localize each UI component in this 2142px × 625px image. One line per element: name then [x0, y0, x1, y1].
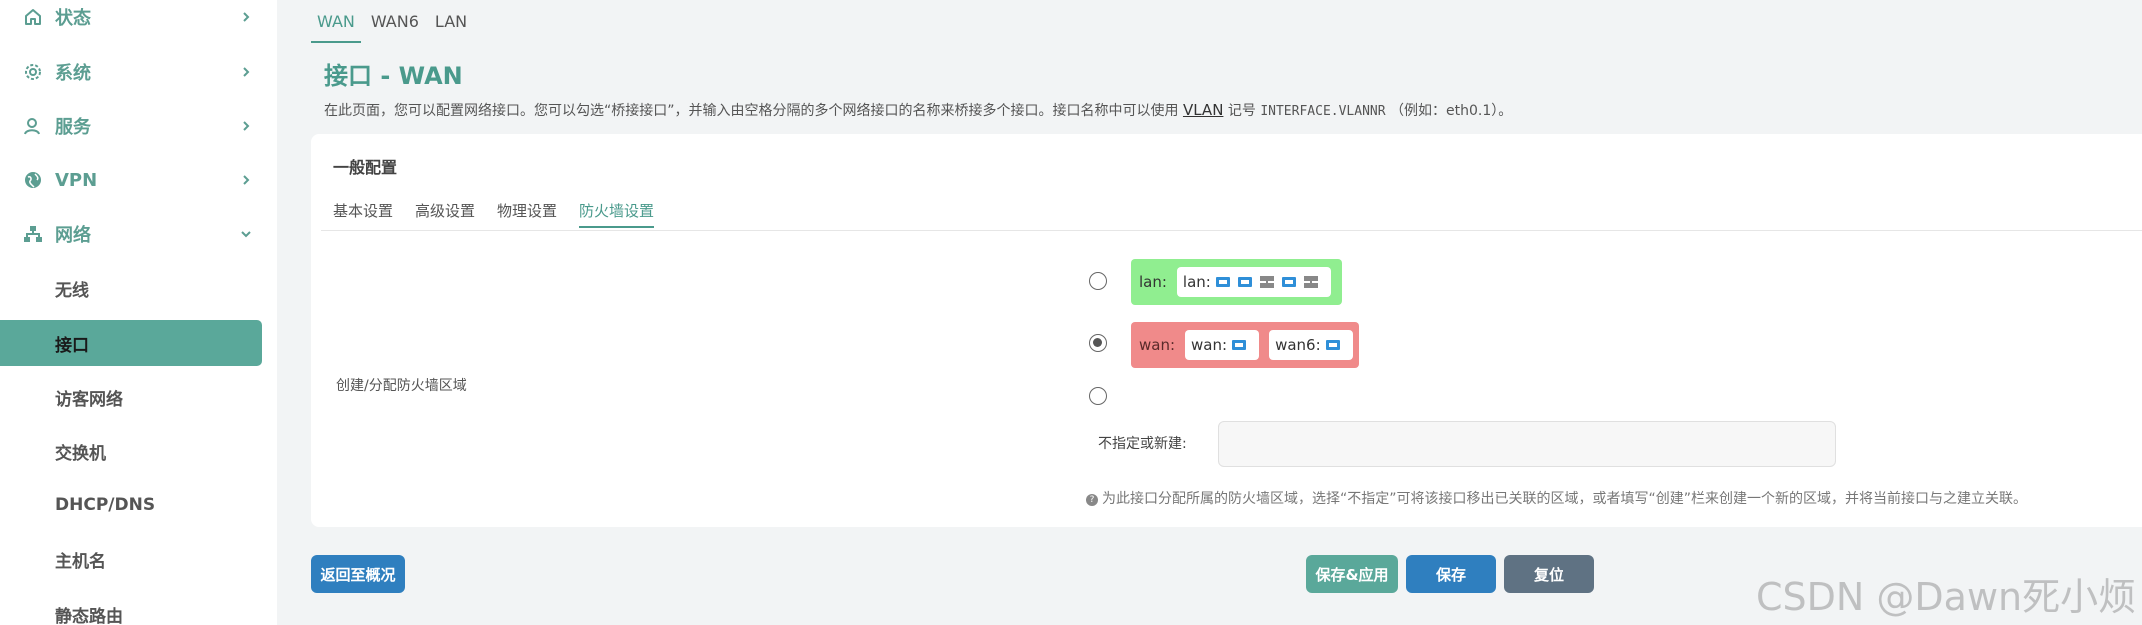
menu-item-system[interactable]: 系统: [0, 49, 262, 95]
home-icon: [22, 6, 44, 28]
interface-badge: wan:: [1185, 330, 1260, 360]
tab-lan[interactable]: LAN: [429, 0, 473, 43]
sidebar-item-label: 主机名: [55, 551, 106, 572]
page-title: 接口 - WAN: [324, 62, 463, 90]
zone-lan[interactable]: lan: lan:: [1131, 259, 1342, 305]
chevron-right-icon: [240, 120, 252, 132]
zone-lan-radio[interactable]: [1089, 272, 1107, 290]
back-to-overview-button[interactable]: 返回至概况: [311, 555, 405, 593]
tab-wan[interactable]: WAN: [311, 0, 361, 43]
watermark: CSDN @Dawn死小烦: [1756, 575, 2137, 619]
desc-code: INTERFACE.VLANNR: [1260, 104, 1386, 119]
desc-text: （例如：eth0.1）。: [1390, 103, 1513, 119]
divider: [321, 230, 2142, 231]
tab-physical-settings[interactable]: 物理设置: [497, 196, 557, 228]
sidebar-item-interfaces[interactable]: 接口: [0, 320, 262, 366]
zone-new-radio[interactable]: [1089, 387, 1107, 405]
new-zone-input[interactable]: [1218, 421, 1836, 467]
tab-firewall-settings[interactable]: 防火墙设置: [579, 196, 655, 228]
ethernet-icon: [1237, 277, 1252, 287]
sidebar-item-switch[interactable]: 交换机: [0, 428, 262, 474]
interface-badge: lan:: [1176, 267, 1331, 297]
switch-icon: [1303, 276, 1318, 288]
menu-item-label: VPN: [55, 169, 98, 191]
save-button[interactable]: 保存: [1406, 555, 1496, 593]
chevron-down-icon: [240, 228, 252, 240]
help-text: ? 为此接口分配所属的防火墙区域，选择“不指定”可将该接口移出已关联的区域，或者填…: [1086, 488, 2027, 508]
interface-name: wan6:: [1275, 336, 1321, 354]
network-icon: [22, 223, 44, 245]
sidebar-item-label: 无线: [55, 280, 89, 301]
menu-item-label: 服务: [55, 117, 91, 138]
ethernet-icon: [1281, 277, 1296, 287]
menu-item-vpn[interactable]: VPN: [0, 157, 262, 203]
sidebar-item-label: 接口: [55, 335, 89, 356]
menu-item-label: 系统: [55, 63, 91, 84]
ethernet-icon: [1325, 340, 1340, 350]
new-zone-label: 不指定或新建:: [1098, 436, 1187, 452]
chevron-right-icon: [240, 66, 252, 78]
chevron-right-icon: [240, 174, 252, 186]
ethernet-icon: [1215, 277, 1230, 287]
menu-item-status[interactable]: 状态: [0, 0, 262, 40]
save-apply-button[interactable]: 保存&应用: [1306, 555, 1398, 593]
zone-name: wan:: [1139, 336, 1176, 354]
sidebar-item-label: 访客网络: [55, 389, 123, 410]
desc-text: 在此页面，您可以配置网络接口。您可以勾选“桥接接口”，并输入由空格分隔的多个网络…: [324, 103, 1179, 119]
zone-name: lan:: [1139, 273, 1167, 291]
menu-item-label: 状态: [55, 8, 91, 29]
interface-name: lan:: [1182, 273, 1211, 291]
tab-wan6[interactable]: WAN6: [365, 0, 425, 43]
chevron-right-icon: [240, 11, 252, 23]
sidebar-item-hostnames[interactable]: 主机名: [0, 536, 262, 582]
help-text-content: 为此接口分配所属的防火墙区域，选择“不指定”可将该接口移出已关联的区域，或者填写…: [1102, 491, 2028, 507]
interface-tabs: WAN WAN6 LAN: [311, 0, 477, 43]
section-title: 一般配置: [333, 158, 398, 177]
question-icon: ?: [1086, 494, 1098, 506]
user-icon: [22, 115, 44, 137]
sidebar-item-label: DHCP/DNS: [55, 495, 156, 515]
desc-text: 记号: [1227, 103, 1256, 119]
sidebar-item-guest-network[interactable]: 访客网络: [0, 374, 262, 420]
tab-basic-settings[interactable]: 基本设置: [333, 196, 393, 228]
tab-advanced-settings[interactable]: 高级设置: [415, 196, 475, 228]
sidebar-item-static-routes[interactable]: 静态路由: [0, 591, 262, 625]
sidebar-item-label: 静态路由: [55, 606, 123, 625]
gear-icon: [22, 61, 44, 83]
menu-item-label: 网络: [55, 225, 91, 246]
interface-name: wan:: [1191, 336, 1228, 354]
config-tabs: 基本设置 高级设置 物理设置 防火墙设置: [333, 196, 676, 228]
globe-icon: [22, 169, 44, 191]
zone-wan-radio[interactable]: [1089, 334, 1107, 352]
menu-item-services[interactable]: 服务: [0, 103, 262, 149]
zone-wan[interactable]: wan: wan: wan6:: [1131, 322, 1359, 368]
interface-badge: wan6:: [1269, 330, 1353, 360]
sidebar-item-dhcp-dns[interactable]: DHCP/DNS: [0, 482, 262, 528]
ethernet-icon: [1232, 340, 1247, 350]
sidebar-item-wireless[interactable]: 无线: [0, 265, 262, 311]
sidebar: 状态 系统 服务 VPN 网络 无线 接口 访客网络 交换机 DHCP/DNS …: [0, 0, 277, 625]
switch-icon: [1259, 276, 1274, 288]
page-description: 在此页面，您可以配置网络接口。您可以勾选“桥接接口”，并输入由空格分隔的多个网络…: [324, 100, 1512, 120]
menu-item-network[interactable]: 网络: [0, 211, 262, 257]
reset-button[interactable]: 复位: [1504, 555, 1594, 593]
config-panel: 一般配置 基本设置 高级设置 物理设置 防火墙设置 创建/分配防火墙区域 lan…: [311, 134, 2142, 527]
vlan-link[interactable]: VLAN: [1183, 101, 1223, 119]
firewall-zone-label: 创建/分配防火墙区域: [336, 378, 467, 394]
sidebar-item-label: 交换机: [55, 443, 106, 464]
